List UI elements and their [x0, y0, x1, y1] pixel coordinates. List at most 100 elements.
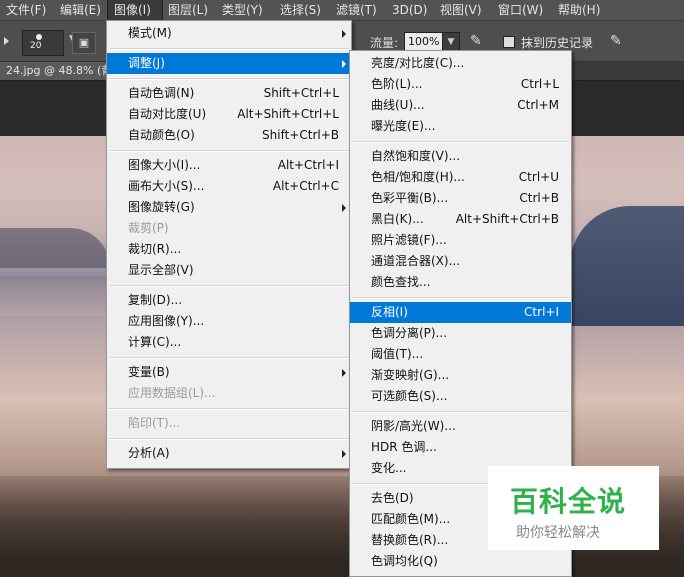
menu-item[interactable]: 自动颜色(O) Shift+Ctrl+B: [107, 125, 351, 146]
menu-item[interactable]: 色阶(L)... Ctrl+L: [350, 74, 571, 95]
menu-item[interactable]: 色彩平衡(B)... Ctrl+B: [350, 188, 571, 209]
menu-1[interactable]: 编辑(E): [54, 0, 108, 20]
menu-separator: [109, 150, 349, 152]
menu-6[interactable]: 滤镜(T): [330, 0, 386, 20]
menu-item[interactable]: 黑白(K)... Alt+Shift+Ctrl+B: [350, 209, 571, 230]
menu-item[interactable]: 分析(A): [107, 443, 351, 464]
menu-item[interactable]: 反相(I) Ctrl+I: [350, 302, 571, 323]
menu-item[interactable]: 模式(M): [107, 23, 351, 44]
submenu-arrow-icon: [342, 60, 346, 68]
menu-item[interactable]: 画布大小(S)... Alt+Ctrl+C: [107, 176, 351, 197]
menu-item[interactable]: 照片滤镜(F)...: [350, 230, 571, 251]
menu-7[interactable]: 3D(D): [386, 0, 434, 20]
menu-item-label: 复制(D)...: [128, 293, 183, 307]
brush-size-value: 20: [30, 41, 42, 51]
brush-tip-icon: [36, 34, 42, 40]
erase-to-history-checkbox[interactable]: [503, 36, 515, 48]
menu-item-label: 应用数据组(L)...: [128, 386, 216, 400]
menu-item[interactable]: 应用图像(Y)...: [107, 311, 351, 332]
menu-item-label: 照片滤镜(F)...: [371, 233, 447, 247]
canvas-reflection: [0, 276, 110, 316]
menu-item-shortcut: Ctrl+U: [518, 170, 559, 184]
menu-item-label: 画布大小(S)...: [128, 179, 205, 193]
menu-item-label: 曝光度(E)...: [371, 119, 436, 133]
menu-item-label: 曲线(U)...: [371, 98, 425, 112]
watermark-logo: 百科全说 助你轻松解决: [488, 466, 659, 550]
document-tab[interactable]: 24.jpg @ 48.8% (背: [0, 62, 119, 80]
menu-item-label: 图像旋转(G): [128, 200, 195, 214]
flow-dropdown-icon[interactable]: ▼: [442, 32, 460, 52]
airbrush-icon[interactable]: ✎: [470, 33, 490, 51]
submenu-arrow-icon: [342, 30, 346, 38]
menu-item[interactable]: 显示全部(V): [107, 260, 351, 281]
menu-8[interactable]: 视图(V): [434, 0, 492, 20]
canvas-hills-right: [570, 206, 684, 326]
menu-item[interactable]: 颜色查找...: [350, 272, 571, 293]
menu-item-label: 色调分离(P)...: [371, 326, 448, 340]
menu-2[interactable]: 图像(I): [107, 0, 163, 21]
menu-separator: [109, 438, 349, 440]
menu-item-shortcut: Ctrl+L: [520, 77, 559, 91]
flow-input[interactable]: 100%: [404, 32, 445, 52]
submenu-arrow-icon: [342, 204, 346, 212]
menu-item[interactable]: 自然饱和度(V)...: [350, 146, 571, 167]
menu-item: 裁剪(P): [107, 218, 351, 239]
image-menu: 模式(M) 调整(J) 自动色调(N) Shift+Ctrl+L 自动对比度(U) Alt…: [106, 20, 352, 469]
menu-item[interactable]: 图像大小(I)... Alt+Ctrl+I: [107, 155, 351, 176]
menu-item-label: 亮度/对比度(C)...: [371, 56, 465, 70]
menu-item-label: 裁切(R)...: [128, 242, 182, 256]
menu-5[interactable]: 选择(S): [274, 0, 330, 20]
menu-3[interactable]: 图层(L): [162, 0, 216, 20]
menu-item-label: 黑白(K)...: [371, 212, 424, 226]
menu-item[interactable]: 自动对比度(U) Alt+Shift+Ctrl+L: [107, 104, 351, 125]
menu-item-label: 色调均化(Q): [371, 554, 438, 568]
menu-4[interactable]: 类型(Y): [216, 0, 274, 20]
brush-size-picker[interactable]: 20 ▼: [22, 30, 76, 56]
menu-item-label: 可选颜色(S)...: [371, 389, 448, 403]
menu-item-label: 变量(B): [128, 365, 170, 379]
menu-item[interactable]: 复制(D)...: [107, 290, 351, 311]
menu-item-shortcut: Ctrl+B: [519, 191, 559, 205]
menu-item[interactable]: 亮度/对比度(C)...: [350, 53, 571, 74]
menu-10[interactable]: 帮助(H): [552, 0, 604, 20]
menu-item-label: 自动颜色(O): [128, 128, 195, 142]
menu-item[interactable]: 可选颜色(S)...: [350, 386, 571, 407]
menu-item-label: 通道混合器(X)...: [371, 254, 461, 268]
menu-item[interactable]: 图像旋转(G): [107, 197, 351, 218]
menu-item-shortcut: Alt+Ctrl+C: [272, 179, 339, 193]
menu-item[interactable]: 裁切(R)...: [107, 239, 351, 260]
menu-item: 陷印(T)...: [107, 413, 351, 434]
tool-preset-arrow-icon[interactable]: [4, 37, 9, 45]
menu-item[interactable]: 阈值(T)...: [350, 344, 571, 365]
menu-item-label: 阴影/高光(W)...: [371, 419, 456, 433]
menu-separator: [352, 297, 569, 299]
menu-item[interactable]: 阴影/高光(W)...: [350, 416, 571, 437]
menu-item[interactable]: 曝光度(E)...: [350, 116, 571, 137]
menu-item-label: 调整(J): [128, 56, 165, 70]
menu-item-shortcut: Shift+Ctrl+L: [263, 86, 339, 100]
watermark-title: 百科全说: [510, 485, 627, 518]
menu-separator: [109, 78, 349, 80]
menu-0[interactable]: 文件(F): [0, 0, 54, 20]
menu-item[interactable]: 自动色调(N) Shift+Ctrl+L: [107, 83, 351, 104]
menu-item[interactable]: 色相/饱和度(H)... Ctrl+U: [350, 167, 571, 188]
menu-item[interactable]: HDR 色调...: [350, 437, 571, 458]
menu-item-label: 分析(A): [128, 446, 170, 460]
erase-to-history-label: 抹到历史记录: [521, 36, 594, 50]
menu-item-shortcut: Ctrl+I: [524, 305, 559, 319]
menu-item[interactable]: 计算(C)...: [107, 332, 351, 353]
menu-9[interactable]: 窗口(W): [492, 0, 552, 20]
menu-item-label: 陷印(T)...: [128, 416, 181, 430]
menu-item[interactable]: 通道混合器(X)...: [350, 251, 571, 272]
brush-panel-icon[interactable]: ▣: [72, 32, 96, 54]
canvas-hills-left: [0, 228, 110, 268]
menu-item-shortcut: Ctrl+M: [517, 98, 559, 112]
menu-item[interactable]: 色调均化(Q): [350, 551, 571, 572]
menu-item[interactable]: 色调分离(P)...: [350, 323, 571, 344]
menu-separator: [109, 408, 349, 410]
menu-item[interactable]: 渐变映射(G)...: [350, 365, 571, 386]
menu-item[interactable]: 曲线(U)... Ctrl+M: [350, 95, 571, 116]
menu-item[interactable]: 调整(J): [107, 53, 351, 74]
tablet-pressure-icon[interactable]: ✎: [610, 33, 622, 49]
menu-item[interactable]: 变量(B): [107, 362, 351, 383]
